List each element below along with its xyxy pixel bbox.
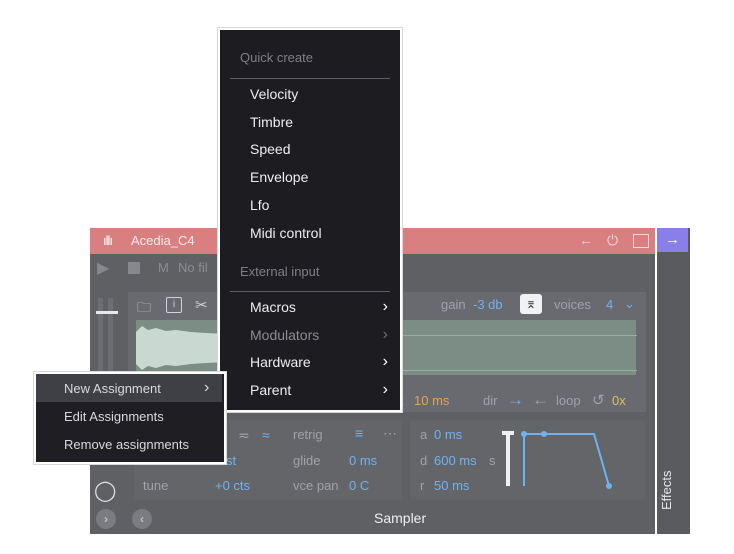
panel-toggle-icon[interactable] (633, 234, 649, 248)
menu-item-velocity[interactable]: Velocity (250, 86, 298, 102)
tune-value[interactable]: +0 cts (215, 478, 250, 493)
device-title[interactable]: Acedia_C4 (131, 233, 195, 248)
arrow-back-icon[interactable]: ← (532, 390, 549, 410)
modulator-menu: Quick create Velocity Timbre Speed Envel… (218, 28, 402, 412)
chevron-right-icon[interactable]: › (204, 379, 209, 397)
sustain-label: s (489, 453, 496, 468)
info-icon[interactable]: i (166, 297, 182, 313)
vcepan-value[interactable]: 0 C (349, 478, 369, 493)
vcepan-label: vce pan (293, 478, 339, 493)
no-file-label: No fil (178, 260, 208, 275)
menu-item-envelope[interactable]: Envelope (250, 169, 308, 185)
menu-item-macros[interactable]: Macros (250, 299, 296, 315)
attack-value[interactable]: 0 ms (434, 427, 462, 442)
retrig-label: retrig (293, 427, 323, 442)
menu-item-modulators: Modulators (250, 327, 320, 343)
stop-icon[interactable] (128, 262, 140, 274)
mode-label[interactable]: M (158, 260, 169, 275)
waveform-shape (136, 326, 226, 370)
quick-create-header: Quick create (240, 50, 313, 65)
param-value[interactable]: st (226, 453, 236, 468)
chevron-right-icon[interactable]: › (383, 298, 388, 316)
menu-separator (230, 78, 390, 79)
retrig-on-icon[interactable]: ≡ (355, 425, 363, 441)
menu-item-new-assignment[interactable]: New Assignment (64, 381, 161, 396)
menu-item-speed[interactable]: Speed (250, 141, 290, 157)
mode-wave-icon[interactable]: ≂ (238, 427, 250, 444)
chevron-left-icon[interactable]: ‹ (132, 509, 152, 529)
chevron-right-icon[interactable]: › (383, 381, 388, 399)
volume-fader-handle[interactable] (96, 311, 118, 314)
device-footer-label: Sampler (374, 510, 427, 526)
retrig-off-icon[interactable]: ⋯ (383, 425, 397, 442)
scissors-icon[interactable]: ✂ (195, 296, 208, 314)
chevron-right-icon[interactable]: › (383, 353, 388, 371)
glide-value[interactable]: 0 ms (349, 453, 377, 468)
loop-label: loop (556, 393, 581, 408)
loop-icon[interactable]: ↺ (592, 391, 605, 409)
menu-item-timbre[interactable]: Timbre (250, 114, 293, 130)
gain-label: gain (441, 297, 466, 312)
attack-label: a (420, 427, 428, 442)
arrow-forward-icon[interactable]: → (507, 390, 524, 410)
envelope-graph[interactable] (498, 426, 623, 492)
power-icon[interactable]: ⏻ (607, 232, 618, 249)
chevron-down-icon[interactable]: ⌄ (624, 296, 635, 312)
voice-mode-icon[interactable]: ⌆ (520, 294, 542, 314)
release-label: r (420, 478, 425, 493)
menu-item-parent[interactable]: Parent (250, 382, 291, 398)
arrow-left-icon[interactable]: ← (579, 232, 593, 248)
voices-label: voices (554, 297, 591, 312)
menu-item-lfo[interactable]: Lfo (250, 197, 269, 213)
gain-value[interactable]: -3 db (473, 297, 503, 312)
chevron-right-icon: › (382, 326, 388, 343)
fade-value[interactable]: 10 ms (414, 393, 449, 408)
glide-label: glide (293, 453, 321, 468)
folder-icon[interactable]: 🗀 (137, 297, 151, 321)
mode-wave-active-icon[interactable]: ≈ (262, 427, 270, 443)
dir-label: dir (483, 393, 498, 408)
decay-label: d (420, 453, 428, 468)
waveform-icon: ıllı (103, 233, 113, 248)
menu-item-hardware[interactable]: Hardware (250, 354, 311, 370)
chevron-right-icon[interactable]: › (96, 509, 116, 529)
menu-item-edit-assignments[interactable]: Edit Assignments (64, 409, 164, 424)
power-knob-icon[interactable]: ◯ (94, 478, 118, 502)
menu-item-remove-assignments[interactable]: Remove assignments (64, 437, 189, 452)
tune-label: tune (143, 478, 169, 493)
decay-value[interactable]: 600 ms (434, 453, 477, 468)
play-icon[interactable]: ▶ (97, 258, 109, 278)
voices-value[interactable]: 4 (606, 297, 613, 312)
effects-label[interactable]: Effects (659, 460, 685, 520)
arrow-right-icon[interactable]: → (657, 228, 688, 252)
release-value[interactable]: 50 ms (434, 478, 469, 493)
loop-marker-line (400, 370, 637, 371)
external-input-header: External input (240, 264, 320, 279)
menu-item-midi-control[interactable]: Midi control (250, 225, 322, 241)
loop-marker-line (400, 335, 637, 336)
loop-count[interactable]: 0x (612, 393, 626, 408)
menu-separator (230, 291, 390, 292)
